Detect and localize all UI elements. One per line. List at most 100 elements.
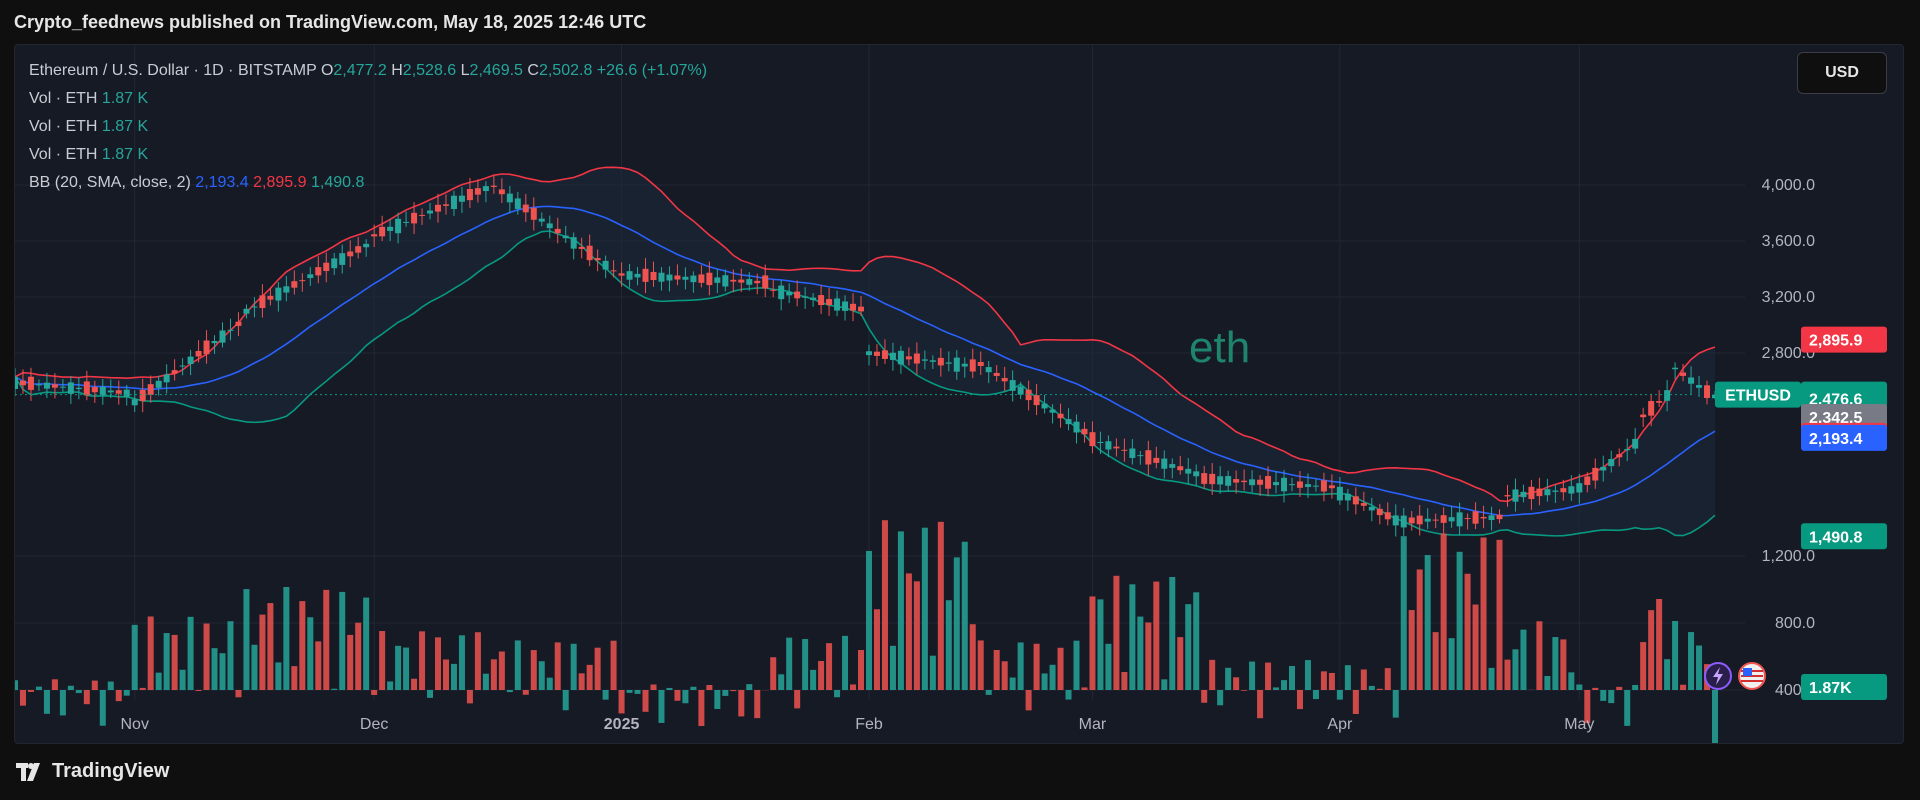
volume-bar[interactable] bbox=[1209, 659, 1216, 690]
candle[interactable] bbox=[75, 387, 82, 390]
candle[interactable] bbox=[850, 303, 857, 311]
volume-bar[interactable] bbox=[985, 690, 992, 695]
volume-bar[interactable] bbox=[339, 591, 346, 690]
volume-bar[interactable] bbox=[155, 672, 162, 690]
candle[interactable] bbox=[99, 386, 106, 396]
candle[interactable] bbox=[123, 389, 130, 397]
candle[interactable] bbox=[522, 204, 529, 213]
candle[interactable] bbox=[131, 399, 138, 406]
volume-bar[interactable] bbox=[1712, 690, 1718, 743]
volume-bar[interactable] bbox=[1344, 665, 1351, 690]
volume-bar[interactable] bbox=[514, 640, 521, 690]
volume-bar[interactable] bbox=[482, 673, 489, 690]
candle[interactable] bbox=[1600, 466, 1607, 471]
volume-bar[interactable] bbox=[1217, 690, 1224, 706]
candle[interactable] bbox=[913, 353, 920, 364]
candle[interactable] bbox=[530, 207, 537, 220]
candle[interactable] bbox=[147, 384, 154, 395]
candle[interactable] bbox=[1265, 476, 1272, 489]
volume-bar[interactable] bbox=[1472, 604, 1479, 690]
volume-bar[interactable] bbox=[1392, 690, 1399, 718]
volume-bar[interactable] bbox=[1177, 637, 1184, 690]
candle[interactable] bbox=[1488, 515, 1495, 520]
volume-bar[interactable] bbox=[570, 643, 577, 690]
candle[interactable] bbox=[1201, 473, 1208, 484]
candle[interactable] bbox=[203, 340, 210, 355]
candle[interactable] bbox=[706, 272, 713, 286]
volume-bar[interactable] bbox=[1544, 675, 1551, 690]
legend-volume-row[interactable]: Vol · ETH 1.87 K bbox=[29, 141, 707, 169]
volume-bar[interactable] bbox=[275, 662, 282, 690]
candle[interactable] bbox=[1512, 489, 1519, 502]
candle[interactable] bbox=[1384, 512, 1391, 520]
candle[interactable] bbox=[514, 198, 521, 209]
candle[interactable] bbox=[187, 356, 194, 365]
volume-bar[interactable] bbox=[1169, 576, 1176, 690]
volume-bar[interactable] bbox=[802, 639, 809, 690]
candle[interactable] bbox=[658, 272, 665, 282]
volume-bar[interactable] bbox=[770, 657, 777, 690]
volume-bar[interactable] bbox=[690, 686, 697, 690]
volume-bar[interactable] bbox=[35, 686, 42, 690]
volume-bar[interactable] bbox=[1552, 637, 1559, 690]
candle[interactable] bbox=[411, 212, 418, 224]
volume-bar[interactable] bbox=[187, 616, 194, 690]
candle[interactable] bbox=[387, 226, 394, 231]
chart-text-label[interactable]: eth bbox=[1189, 323, 1250, 373]
candle[interactable] bbox=[339, 253, 346, 265]
candle[interactable] bbox=[1281, 477, 1288, 492]
volume-bar[interactable] bbox=[738, 690, 745, 717]
candle[interactable] bbox=[858, 306, 865, 312]
volume-bar[interactable] bbox=[905, 573, 912, 690]
candle[interactable] bbox=[1097, 441, 1104, 443]
candle[interactable] bbox=[1608, 458, 1615, 467]
volume-bar[interactable] bbox=[1121, 672, 1128, 690]
candle[interactable] bbox=[1624, 449, 1631, 451]
candle[interactable] bbox=[746, 279, 753, 285]
candle[interactable] bbox=[435, 204, 442, 212]
volume-bar[interactable] bbox=[754, 690, 761, 719]
volume-bar[interactable] bbox=[315, 641, 322, 690]
candle[interactable] bbox=[682, 276, 689, 280]
volume-bar[interactable] bbox=[1304, 660, 1311, 690]
candle[interactable] bbox=[15, 376, 18, 390]
candle[interactable] bbox=[953, 357, 960, 372]
candle[interactable] bbox=[690, 275, 697, 283]
candle[interactable] bbox=[738, 279, 745, 283]
volume-bar[interactable] bbox=[578, 673, 585, 690]
volume-bar[interactable] bbox=[27, 690, 34, 692]
candle[interactable] bbox=[786, 291, 793, 296]
candle[interactable] bbox=[810, 297, 817, 301]
volume-bar[interactable] bbox=[642, 690, 649, 712]
candle[interactable] bbox=[770, 289, 777, 291]
volume-bar[interactable] bbox=[355, 622, 362, 690]
candle[interactable] bbox=[1336, 486, 1343, 501]
volume-bar[interactable] bbox=[562, 690, 569, 711]
candle[interactable] bbox=[1496, 514, 1503, 520]
candle[interactable] bbox=[1616, 454, 1623, 458]
candle[interactable] bbox=[259, 295, 266, 309]
volume-bar[interactable] bbox=[211, 648, 218, 690]
volume-bar[interactable] bbox=[889, 645, 896, 690]
volume-bar[interactable] bbox=[794, 690, 801, 709]
volume-bar[interactable] bbox=[977, 640, 984, 690]
candle[interactable] bbox=[1432, 519, 1439, 521]
volume-bar[interactable] bbox=[1273, 687, 1280, 690]
candle[interactable] bbox=[227, 329, 234, 331]
volume-bar[interactable] bbox=[1025, 690, 1032, 711]
candle[interactable] bbox=[610, 270, 617, 272]
volume-bar[interactable] bbox=[1384, 668, 1391, 690]
volume-bar[interactable] bbox=[993, 650, 1000, 690]
volume-bar[interactable] bbox=[347, 634, 354, 690]
volume-bar[interactable] bbox=[634, 690, 641, 694]
volume-bar[interactable] bbox=[299, 601, 306, 690]
volume-bar[interactable] bbox=[131, 624, 138, 690]
candle[interactable] bbox=[1704, 385, 1711, 398]
volume-bar[interactable] bbox=[1568, 672, 1575, 690]
candle[interactable] bbox=[450, 195, 457, 210]
volume-bar[interactable] bbox=[1576, 684, 1583, 690]
candle[interactable] bbox=[1352, 496, 1359, 505]
candle[interactable] bbox=[1169, 464, 1176, 468]
volume-bar[interactable] bbox=[307, 617, 314, 690]
volume-bar[interactable] bbox=[1672, 621, 1679, 690]
